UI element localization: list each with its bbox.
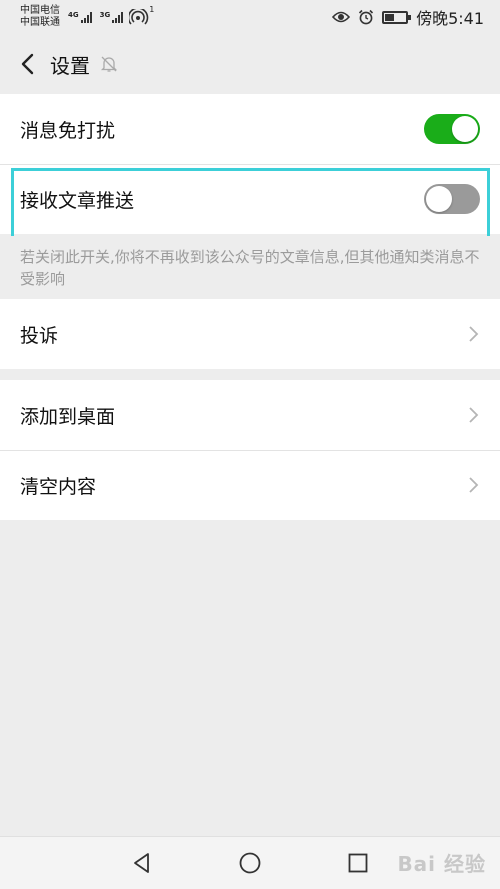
battery-icon [382, 10, 412, 24]
add-desktop-label: 添加到桌面 [20, 405, 116, 428]
carrier-2: 中国联通 [20, 17, 60, 28]
push-hint: 若关闭此开关,你将不再收到该公众号的文章信息,但其他通知类消息不受影响 [0, 236, 500, 298]
chevron-right-icon [469, 326, 479, 342]
chevron-right-icon [469, 477, 479, 493]
signal-3g-icon: 3G [100, 11, 124, 23]
home-circle-icon[interactable] [238, 851, 262, 875]
chevron-right-icon [469, 407, 479, 423]
settings-screen: 中国电信 中国联通 4G 3G 1 傍晚5:41 设置 消息免打扰 接收文章推送… [0, 0, 500, 889]
status-right: 傍晚5:41 [332, 5, 484, 29]
dnd-toggle[interactable] [424, 114, 480, 144]
dnd-label: 消息免打扰 [20, 119, 116, 142]
add-desktop-row[interactable]: 添加到桌面 [0, 380, 500, 450]
push-label: 接收文章推送 [20, 189, 135, 212]
status-left: 中国电信 中国联通 4G 3G 1 [20, 5, 154, 29]
hotspot-icon [129, 9, 149, 25]
alarm-icon [358, 9, 374, 25]
title-bar: 设置 [0, 34, 500, 94]
back-button[interactable] [16, 50, 38, 78]
bell-off-icon [100, 56, 118, 72]
status-time: 傍晚5:41 [416, 9, 484, 28]
signal-4g-icon: 4G [68, 11, 92, 23]
actions-section: 添加到桌面 清空内容 [0, 380, 500, 520]
complain-section: 投诉 [0, 299, 500, 369]
dnd-row: 消息免打扰 [0, 94, 500, 164]
hotspot-count: 1 [149, 5, 155, 14]
recents-square-icon[interactable] [346, 851, 370, 875]
complain-row[interactable]: 投诉 [0, 299, 500, 369]
page-title: 设置 [50, 53, 90, 78]
carrier-1: 中国电信 [20, 5, 60, 16]
clear-content-label: 清空内容 [20, 475, 97, 498]
watermark: Bai 经验 [397, 852, 486, 876]
status-bar: 中国电信 中国联通 4G 3G 1 傍晚5:41 [0, 0, 500, 34]
complain-label: 投诉 [20, 324, 59, 347]
push-row: 接收文章推送 [0, 164, 500, 234]
push-toggle[interactable] [424, 184, 480, 214]
notification-section: 消息免打扰 接收文章推送 [0, 94, 500, 234]
chevron-left-icon [21, 53, 34, 75]
carrier-names: 中国电信 中国联通 [20, 5, 60, 29]
clear-content-row[interactable]: 清空内容 [0, 450, 500, 520]
eye-icon [332, 11, 351, 23]
back-triangle-icon[interactable] [130, 851, 154, 875]
